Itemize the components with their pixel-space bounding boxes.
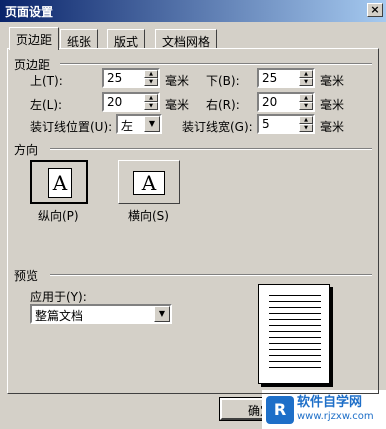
right-margin-stepper[interactable]: 20 ▲ ▼ [257, 92, 315, 112]
spin-down-icon[interactable]: ▼ [299, 124, 313, 132]
spin-up-icon[interactable]: ▲ [299, 116, 313, 124]
left-margin-label: 左(L): [30, 98, 63, 112]
portrait-page-icon: A [48, 168, 72, 198]
watermark: R 软件自学网 www.rjzxw.com [262, 390, 386, 429]
spin-up-icon[interactable]: ▲ [299, 94, 313, 102]
tab-margins[interactable]: 页边距 [9, 27, 60, 50]
gutter-position-value: 左 [121, 119, 134, 133]
watermark-url: www.rjzxw.com [297, 410, 374, 422]
gutter-position-select[interactable]: 左 ▼ [116, 114, 162, 134]
spin-down-icon[interactable]: ▼ [144, 78, 158, 86]
right-margin-value: 20 [262, 95, 278, 109]
bottom-margin-label: 下(B): [206, 74, 240, 88]
window-title: 页面设置 [5, 5, 54, 19]
top-margin-label: 上(T): [30, 74, 63, 88]
spin-down-icon[interactable]: ▼ [144, 102, 158, 110]
close-button[interactable]: × [367, 3, 383, 17]
top-margin-stepper[interactable]: 25 ▲ ▼ [102, 68, 160, 88]
bottom-margin-value: 25 [262, 71, 278, 85]
orientation-divider [50, 148, 372, 150]
apply-to-select[interactable]: 整篇文档 ▼ [30, 304, 172, 324]
tab-paper[interactable]: 纸张 [60, 29, 99, 49]
top-margin-value: 25 [107, 71, 123, 85]
spin-up-icon[interactable]: ▲ [144, 70, 158, 78]
portrait-label[interactable]: 纵向(P) [38, 207, 79, 224]
landscape-label[interactable]: 横向(S) [128, 207, 169, 224]
watermark-logo: R [266, 395, 294, 424]
bottom-margin-stepper[interactable]: 25 ▲ ▼ [257, 68, 315, 88]
spin-up-icon[interactable]: ▲ [299, 70, 313, 78]
landscape-page-icon: A [133, 171, 165, 195]
title-bar: 页面设置 × [0, 0, 386, 22]
right-margin-label: 右(R): [206, 98, 240, 112]
orientation-section-label: 方向 [14, 143, 39, 157]
gutter-width-value: 5 [262, 117, 270, 131]
preview-divider [50, 274, 372, 276]
spin-up-icon[interactable]: ▲ [144, 94, 158, 102]
chevron-down-icon[interactable]: ▼ [144, 116, 160, 132]
apply-to-value: 整篇文档 [35, 309, 84, 323]
spin-down-icon[interactable]: ▼ [299, 78, 313, 86]
tab-layout[interactable]: 版式 [107, 29, 146, 49]
gutter-position-label: 装订线位置(U): [30, 120, 113, 134]
bottom-margin-unit: 毫米 [320, 74, 345, 88]
watermark-title: 软件自学网 [297, 394, 363, 410]
left-margin-unit: 毫米 [165, 98, 190, 112]
tab-doc-grid[interactable]: 文档网格 [155, 29, 218, 49]
page-preview [258, 284, 330, 384]
chevron-down-icon[interactable]: ▼ [154, 306, 170, 322]
portrait-option[interactable]: A [30, 160, 88, 204]
left-margin-stepper[interactable]: 20 ▲ ▼ [102, 92, 160, 112]
preview-section-label: 预览 [14, 269, 39, 283]
margins-section-label: 页边距 [14, 58, 51, 72]
margins-divider [60, 63, 372, 65]
spin-down-icon[interactable]: ▼ [299, 102, 313, 110]
gutter-width-stepper[interactable]: 5 ▲ ▼ [257, 114, 315, 134]
top-margin-unit: 毫米 [165, 74, 190, 88]
landscape-option[interactable]: A [118, 160, 180, 204]
gutter-width-unit: 毫米 [320, 120, 345, 134]
gutter-width-label: 装订线宽(G): [182, 120, 253, 134]
right-margin-unit: 毫米 [320, 98, 345, 112]
apply-to-label: 应用于(Y): [30, 290, 87, 304]
left-margin-value: 20 [107, 95, 123, 109]
